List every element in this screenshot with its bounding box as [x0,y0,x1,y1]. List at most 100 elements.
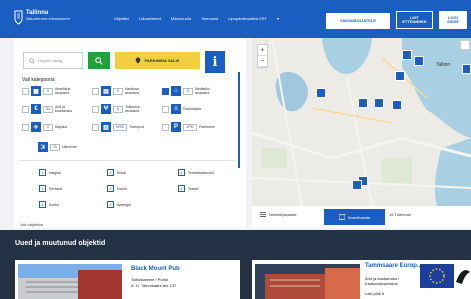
category-checkbox[interactable] [92,87,99,95]
object-title[interactable]: Tammsaare Europ... [365,263,422,269]
category-item[interactable]: ▥ WTA Transport [92,122,149,132]
map-view-tab[interactable]: Kaardivaade [324,209,385,225]
search-icon [95,56,103,65]
map-view[interactable]: + − Tallinn [252,38,471,206]
map-marker[interactable] [402,50,412,60]
list-view-tab[interactable]: Nimekirjavaade [260,212,297,217]
subcategory-item[interactable]: 1 Teatrid [178,185,199,192]
nav-routes[interactable]: Liikumisteed [139,16,161,21]
easy-read-button[interactable]: LIHT ETTEANNEK [396,11,433,29]
subcategory-item[interactable]: 1 Tervisekeskused [178,169,214,176]
category-count: 5 [43,123,53,131]
category-item[interactable]: ꓘ 20 Liikumine [38,142,82,152]
category-checkbox[interactable] [162,87,169,95]
subcategory-item[interactable]: 4 Kontor [39,201,59,208]
category-checkbox[interactable] [162,123,169,131]
category-checkbox[interactable] [22,87,29,95]
category-label: Majutus [55,125,68,129]
main-nav: Objektid Liikumisteed Marsruudid Teenuse… [114,16,279,21]
object-title[interactable]: Black Mount Pub [131,266,180,272]
category-title: Vali kategooria [22,77,55,83]
restaurant-icon: Ψ [101,104,111,114]
category-checkbox[interactable] [22,123,29,131]
category-checkbox[interactable] [162,105,169,113]
bird-logo-icon [456,270,470,284]
pin-icon: ⌂ [171,86,181,96]
checkbox-icon: 1 [107,185,114,192]
category-checkbox[interactable] [22,105,29,113]
map-zoom-controls: + − [257,44,268,68]
category-label: Meditsiini asutused [195,87,210,95]
checkbox-icon: 1 [107,201,114,208]
category-item[interactable]: € 54 Ärid ja kaubandus [22,104,75,114]
location-pin-icon [136,57,141,64]
map-marker[interactable] [395,71,405,81]
map-marker[interactable] [414,56,424,66]
checkbox-icon: 4 [39,201,46,208]
category-count: 20 [50,143,60,151]
map-marker[interactable] [316,88,326,98]
fullscreen-icon[interactable] [460,40,470,50]
category-count: JPM [183,123,197,131]
object-image [18,264,122,299]
login-button[interactable]: LOGI SISSE [439,11,467,29]
subcategory-item[interactable]: 1 Apteegid [107,201,131,208]
chevron-down-icon[interactable]: ▾ [277,16,279,21]
category-item[interactable]: ≡ Parkimisala [162,104,203,114]
category-count: 11 [183,87,193,95]
nav-language[interactable]: Lipupärdevaated EST [228,16,267,21]
search-placeholder: Objekti otsing [38,58,63,63]
object-card[interactable]: Black Mount Pub Toitlustamine / Pubid A.… [15,260,240,299]
map-marker[interactable] [352,180,362,190]
info-button[interactable]: i [205,51,225,73]
building-photo [255,264,360,299]
category-checkbox[interactable] [92,105,99,113]
results-count: 15 Tulemust [389,212,411,217]
search-button[interactable] [88,52,110,69]
nav-objects[interactable]: Objektid [114,16,129,21]
category-label: Parkimisala [183,107,202,111]
map-view-toolbar: Nimekirjavaade Kaardivaade 15 Tulemust [252,206,471,228]
nav-services[interactable]: Teenused [201,16,218,21]
map-marker[interactable] [392,100,402,110]
site-logo[interactable]: Tallinna liiklustervise infosüsteem [14,10,70,25]
select-objects-label: Vali objektive [20,222,44,227]
checkbox-icon: 1 [39,185,46,192]
eu-flag-icon [420,264,454,288]
category-item[interactable]: ▦ 5 Ametlikud asutused [22,86,75,96]
subcategory-item[interactable]: 1 Haiglad [39,169,61,176]
map-marker[interactable] [358,98,368,108]
map-marker[interactable] [374,98,384,108]
checkbox-icon: 1 [39,169,46,176]
category-item[interactable]: ▤ 5 Hariduse asutused [92,86,145,96]
subcategory-item[interactable]: 1 Koolid [107,185,127,192]
category-checkbox[interactable] [92,123,99,131]
subcategory-item[interactable]: 1 Perearst [39,185,62,192]
zoom-in-icon[interactable]: + [258,45,267,56]
accessibility-button[interactable]: VAEGNÄGIJATELE [326,13,390,29]
category-scrollbar[interactable] [238,72,240,168]
object-address: A. H. Tammsaare tee 137 [131,283,177,288]
logo-subtitle: liiklustervise infosüsteem [26,16,71,21]
category-item[interactable]: Ψ 5 Toitlustus asutused [92,104,145,114]
checkbox-icon: 1 [178,185,185,192]
object-address: Laki põik 6 [365,291,385,296]
category-label: Ametlikud asutused [55,87,71,95]
parking-select-button[interactable]: PARKIMINA VALIK [115,52,200,69]
category-item[interactable]: ⌂ 11 Meditsiini asutused [162,86,215,96]
category-label: Transport [129,125,144,129]
walk-icon: ꓘ [38,142,48,152]
map-marker[interactable] [462,64,471,74]
parking-icon: P [171,122,181,132]
car-icon: ≡ [171,104,181,114]
category-item[interactable]: ✈ 5 Majutus [22,122,75,132]
category-label: Hariduse asutused [125,87,140,95]
nav-itineraries[interactable]: Marsruudid [171,16,191,21]
object-card[interactable]: Tammsaare Europ... Ärid ja kaubandus / K… [252,260,471,299]
map-icon [338,214,345,220]
category-item[interactable]: P JPM Parkimine [162,122,219,132]
checkbox-icon: 1 [107,169,114,176]
zoom-out-icon[interactable]: − [258,56,267,67]
search-input[interactable]: Objekti otsing [23,52,83,69]
subcategory-item[interactable]: 1 Kliinik [107,169,126,176]
